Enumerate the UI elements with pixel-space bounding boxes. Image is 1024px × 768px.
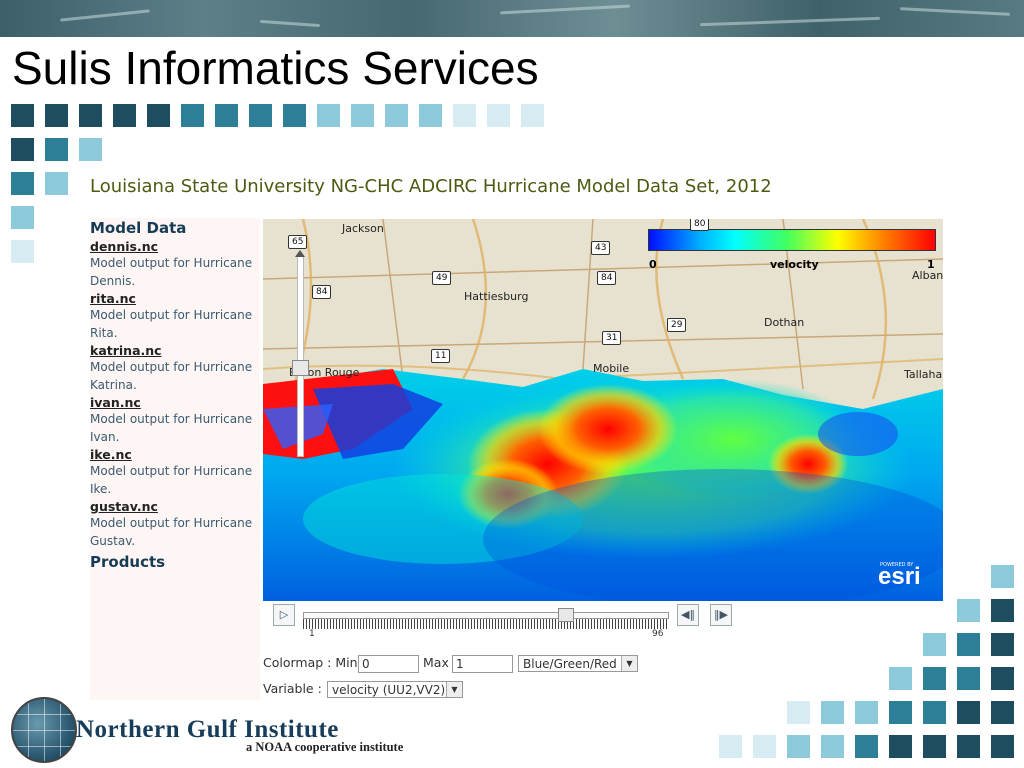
- step-forward-icon: ‖▶: [714, 608, 728, 621]
- highway-shield: 49: [432, 271, 452, 285]
- time-slider-handle[interactable]: [558, 608, 575, 622]
- northern-gulf-institute-globe-logo: [11, 697, 77, 763]
- zoom-slider-track[interactable]: [297, 255, 304, 457]
- dropdown-arrow-icon: ▼: [621, 656, 637, 671]
- org-subtitle: a NOAA cooperative institute: [246, 740, 404, 754]
- highway-shield: 80: [690, 219, 710, 231]
- time-slider-ticks: [303, 619, 667, 629]
- slide-title: Sulis Informatics Services: [12, 42, 539, 94]
- sidebar-item-rita: rita.nc Model output for Hurricane Rita.: [90, 290, 260, 342]
- sidebar-heading: Model Data: [90, 219, 187, 237]
- model-file-description: Model output for Hurricane Dennis.: [90, 256, 253, 288]
- sidebar-item-gustav: gustav.nc Model output for Hurricane Gus…: [90, 498, 260, 550]
- velocity-colorbar: [648, 229, 936, 251]
- colorbar-title: velocity: [770, 258, 819, 271]
- sidebar-item-ike: ike.nc Model output for Hurricane Ike.: [90, 446, 260, 498]
- city-label: Tallaha: [904, 368, 943, 381]
- zoom-slider-handle[interactable]: [292, 360, 309, 376]
- highway-shield: 84: [312, 285, 332, 299]
- highway-shield: 31: [602, 331, 622, 345]
- city-label: Hattiesburg: [464, 290, 529, 303]
- model-file-link[interactable]: ike.nc: [90, 446, 260, 463]
- model-file-description: Model output for Hurricane Rita.: [90, 308, 253, 340]
- step-forward-button[interactable]: ‖▶: [710, 604, 732, 626]
- model-file-link[interactable]: rita.nc: [90, 290, 260, 307]
- colormap-select-value: Blue/Green/Red: [523, 657, 617, 671]
- variable-select[interactable]: velocity (UU2,VV2) ▼: [327, 681, 463, 698]
- model-file-link[interactable]: gustav.nc: [90, 498, 260, 515]
- app-title: Louisiana State University NG-CHC ADCIRC…: [90, 176, 772, 197]
- colormap-select[interactable]: Blue/Green/Red ▼: [518, 655, 638, 672]
- play-button[interactable]: ▷: [273, 604, 295, 626]
- esri-logo: esri: [878, 563, 921, 590]
- city-label: Dothan: [764, 316, 805, 329]
- model-file-link[interactable]: dennis.nc: [90, 238, 260, 255]
- model-file-description: Model output for Hurricane Gustav.: [90, 516, 253, 548]
- header-banner-image: [0, 0, 1024, 37]
- model-file-link[interactable]: ivan.nc: [90, 394, 260, 411]
- model-file-description: Model output for Hurricane Ike.: [90, 464, 253, 496]
- dropdown-arrow-icon: ▼: [446, 682, 462, 697]
- colormap-min-label: Colormap : Min: [263, 655, 358, 670]
- sidebar-item-ivan: ivan.nc Model output for Hurricane Ivan.: [90, 394, 260, 446]
- model-file-description: Model output for Hurricane Katrina.: [90, 360, 253, 392]
- zoom-in-arrow-icon[interactable]: [295, 250, 305, 257]
- play-icon: ▷: [279, 608, 289, 621]
- colormap-max-input[interactable]: 1: [452, 655, 513, 673]
- city-label: Jackson: [342, 222, 384, 235]
- model-file-description: Model output for Hurricane Ivan.: [90, 412, 253, 444]
- colormap-min-input[interactable]: 0: [358, 655, 419, 673]
- time-end-label: 96: [652, 629, 664, 639]
- variable-select-value: velocity (UU2,VV2): [332, 683, 446, 697]
- colorbar-min-label: 0: [649, 258, 657, 271]
- highway-shield: 11: [431, 349, 451, 363]
- highway-shield: 65: [288, 235, 308, 249]
- products-link[interactable]: Products: [90, 552, 260, 572]
- variable-label: Variable :: [263, 681, 322, 696]
- city-label: Alban: [912, 269, 943, 282]
- city-label: Mobile: [593, 362, 630, 375]
- highway-shield: 43: [591, 241, 611, 255]
- sidebar-item-katrina: katrina.nc Model output for Hurricane Ka…: [90, 342, 260, 394]
- sidebar-item-dennis: dennis.nc Model output for Hurricane Den…: [90, 238, 260, 290]
- step-back-icon: ◀‖: [681, 608, 695, 621]
- time-start-label: 1: [309, 629, 315, 639]
- time-slider-track[interactable]: [303, 612, 669, 619]
- map-view[interactable]: 0 velocity 1 Jackson Hattiesburg Baton R…: [263, 219, 943, 601]
- step-back-button[interactable]: ◀‖: [677, 604, 699, 626]
- highway-shield: 29: [667, 318, 687, 332]
- model-data-sidebar: Model Data dennis.nc Model output for Hu…: [90, 218, 260, 700]
- model-file-link[interactable]: katrina.nc: [90, 342, 260, 359]
- highway-shield: 84: [597, 271, 617, 285]
- colormap-max-label: Max: [423, 655, 449, 670]
